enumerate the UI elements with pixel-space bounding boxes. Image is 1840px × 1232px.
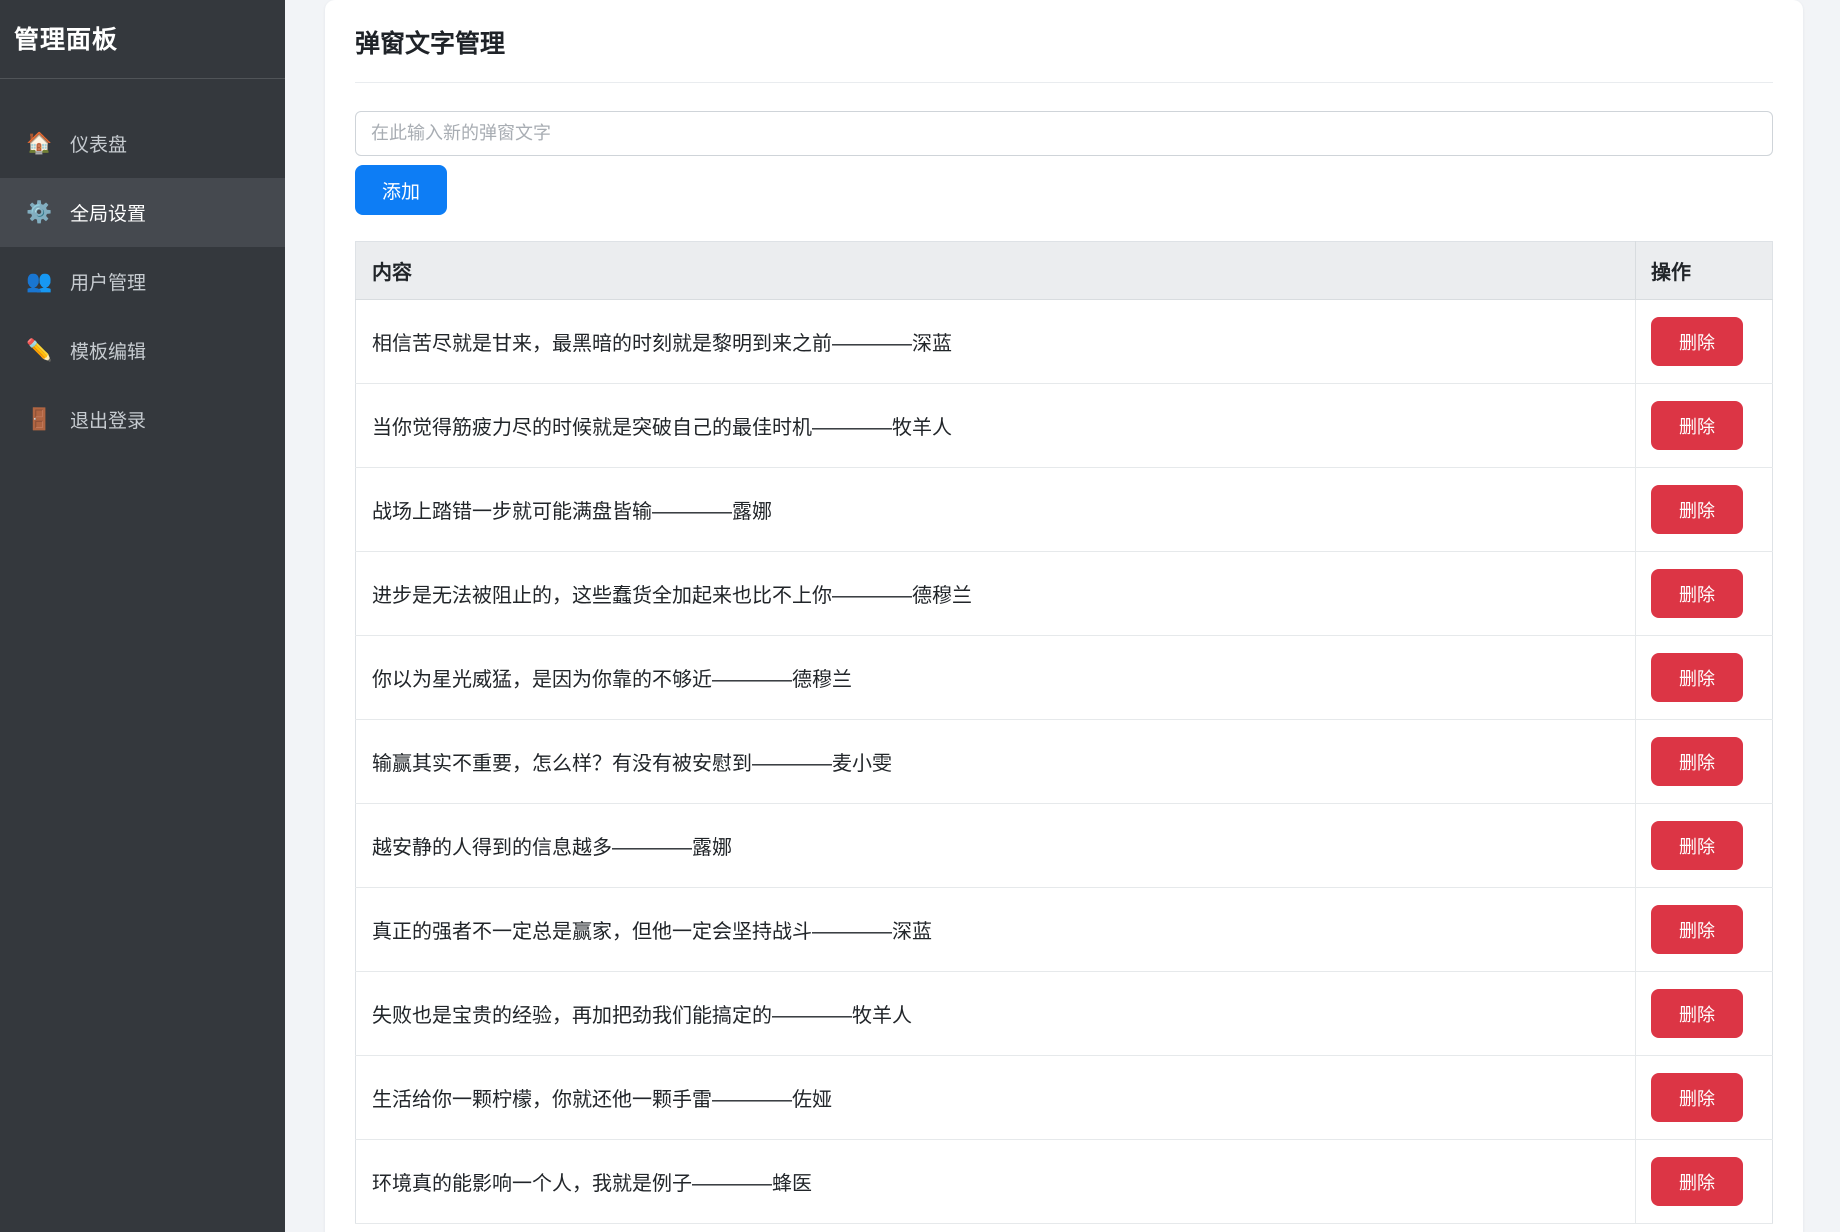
title-divider	[355, 82, 1773, 83]
row-text: 当你觉得筋疲力尽的时候就是突破自己的最佳时机————牧羊人	[355, 383, 1636, 468]
row-text: 环境真的能影响一个人，我就是例子————蜂医	[355, 1139, 1636, 1224]
table-row: 失败也是宝贵的经验，再加把劲我们能搞定的————牧羊人 删除	[355, 971, 1773, 1056]
sidebar-item-template-edit[interactable]: ✏️ 模板编辑	[0, 316, 285, 385]
home-icon: 🏠	[26, 131, 53, 155]
sidebar-item-global-settings[interactable]: ⚙️ 全局设置	[0, 178, 285, 247]
action-column-header: 操作	[1635, 241, 1773, 300]
table-row: 你以为星光威猛，是因为你靠的不够近————德穆兰 删除	[355, 635, 1773, 720]
sidebar-item-label: 模板编辑	[70, 342, 147, 363]
content-column-header: 内容	[355, 241, 1636, 300]
table-header-row: 内容 操作	[355, 241, 1773, 300]
popup-text-table: 内容 操作 相信苦尽就是甘来，最黑暗的时刻就是黎明到来之前————深蓝 删除 当…	[355, 241, 1773, 1224]
table-row: 当你觉得筋疲力尽的时候就是突破自己的最佳时机————牧羊人 删除	[355, 383, 1773, 468]
delete-button[interactable]: 删除	[1651, 317, 1743, 366]
table-row: 进步是无法被阻止的，这些蠢货全加起来也比不上你————德穆兰 删除	[355, 551, 1773, 636]
main-content: 弹窗文字管理 添加 内容 操作 相信苦尽就是甘来，最黑暗的时刻就是黎明到来之前—…	[285, 0, 1840, 1232]
row-text: 输赢其实不重要，怎么样？有没有被安慰到————麦小雯	[355, 719, 1636, 804]
table-row: 环境真的能影响一个人，我就是例子————蜂医 删除	[355, 1139, 1773, 1224]
delete-button[interactable]: 删除	[1651, 485, 1743, 534]
row-text: 战场上踏错一步就可能满盘皆输————露娜	[355, 467, 1636, 552]
delete-button[interactable]: 删除	[1651, 821, 1743, 870]
sidebar-item-dashboard[interactable]: 🏠 仪表盘	[0, 109, 285, 178]
delete-button[interactable]: 删除	[1651, 989, 1743, 1038]
table-row: 相信苦尽就是甘来，最黑暗的时刻就是黎明到来之前————深蓝 删除	[355, 299, 1773, 384]
sidebar-item-label: 仪表盘	[70, 135, 128, 156]
row-text: 进步是无法被阻止的，这些蠢货全加起来也比不上你————德穆兰	[355, 551, 1636, 636]
row-text: 失败也是宝贵的经验，再加把劲我们能搞定的————牧羊人	[355, 971, 1636, 1056]
sidebar-item-label: 退出登录	[70, 411, 147, 432]
delete-button[interactable]: 删除	[1651, 653, 1743, 702]
table-row: 输赢其实不重要，怎么样？有没有被安慰到————麦小雯 删除	[355, 719, 1773, 804]
table-row: 生活给你一颗柠檬，你就还他一颗手雷————佐娅 删除	[355, 1055, 1773, 1140]
sidebar-item-logout[interactable]: 🚪 退出登录	[0, 385, 285, 454]
page-title: 弹窗文字管理	[355, 30, 506, 58]
sidebar-item-user-management[interactable]: 👥 用户管理	[0, 247, 285, 316]
row-text: 相信苦尽就是甘来，最黑暗的时刻就是黎明到来之前————深蓝	[355, 299, 1636, 384]
delete-button[interactable]: 删除	[1651, 1157, 1743, 1206]
popup-text-card: 弹窗文字管理 添加 内容 操作 相信苦尽就是甘来，最黑暗的时刻就是黎明到来之前—…	[325, 0, 1803, 1232]
delete-button[interactable]: 删除	[1651, 1073, 1743, 1122]
sidebar: 管理面板 🏠 仪表盘 ⚙️ 全局设置 👥 用户管理 ✏️ 模板编辑 🚪 退出登录	[0, 0, 285, 1232]
gear-icon: ⚙️	[26, 200, 53, 224]
users-icon: 👥	[26, 269, 53, 293]
delete-button[interactable]: 删除	[1651, 905, 1743, 954]
table-row: 战场上踏错一步就可能满盘皆输————露娜 删除	[355, 467, 1773, 552]
sidebar-item-label: 用户管理	[70, 273, 147, 294]
row-text: 真正的强者不一定总是赢家，但他一定会坚持战斗————深蓝	[355, 887, 1636, 972]
table-header: 内容 操作	[355, 241, 1773, 300]
new-popup-text-input[interactable]	[355, 111, 1773, 156]
row-text: 你以为星光威猛，是因为你靠的不够近————德穆兰	[355, 635, 1636, 720]
delete-button[interactable]: 删除	[1651, 401, 1743, 450]
row-text: 生活给你一颗柠檬，你就还他一颗手雷————佐娅	[355, 1055, 1636, 1140]
table-row: 越安静的人得到的信息越多————露娜 删除	[355, 803, 1773, 888]
table-body: 相信苦尽就是甘来，最黑暗的时刻就是黎明到来之前————深蓝 删除 当你觉得筋疲力…	[355, 299, 1773, 1224]
delete-button[interactable]: 删除	[1651, 569, 1743, 618]
sidebar-nav: 🏠 仪表盘 ⚙️ 全局设置 👥 用户管理 ✏️ 模板编辑 🚪 退出登录	[0, 79, 285, 454]
delete-button[interactable]: 删除	[1651, 737, 1743, 786]
add-button[interactable]: 添加	[355, 165, 447, 215]
pencil-icon: ✏️	[26, 338, 53, 362]
sidebar-item-label: 全局设置	[70, 204, 147, 225]
table-row: 真正的强者不一定总是赢家，但他一定会坚持战斗————深蓝 删除	[355, 887, 1773, 972]
sidebar-title: 管理面板	[0, 0, 285, 79]
row-text: 越安静的人得到的信息越多————露娜	[355, 803, 1636, 888]
door-icon: 🚪	[26, 407, 53, 431]
